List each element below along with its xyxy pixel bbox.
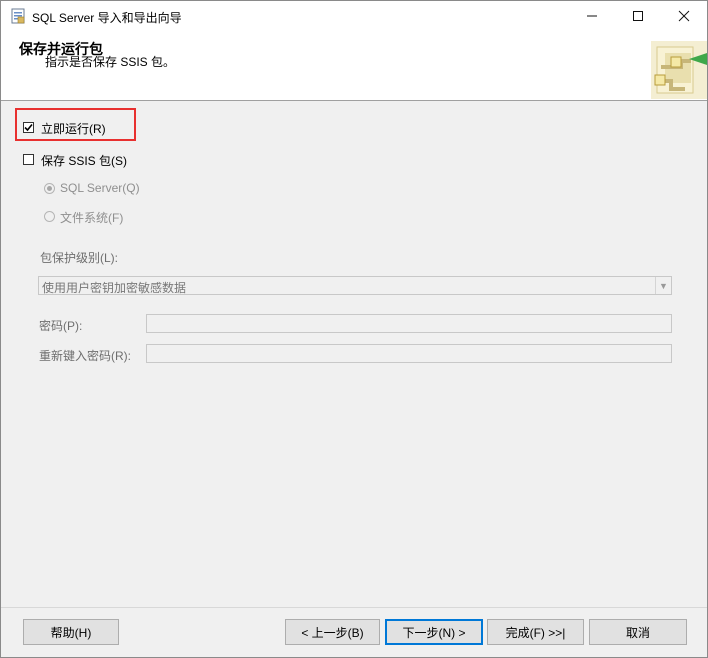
run-immediately-checkbox[interactable] bbox=[23, 122, 34, 133]
retype-password-field[interactable] bbox=[146, 344, 672, 363]
wizard-window: SQL Server 导入和导出向导 保存并运行包 指示是否保存 SSIS 包。 bbox=[0, 0, 708, 658]
run-immediately-label[interactable]: 立即运行(R) bbox=[41, 120, 106, 137]
password-label: 密码(P): bbox=[39, 319, 83, 333]
close-button[interactable] bbox=[661, 1, 707, 31]
cancel-button[interactable]: 取消 bbox=[589, 619, 687, 645]
protection-level-value: 使用用户密钥加密敏感数据 bbox=[42, 281, 187, 295]
protection-level-select[interactable]: 使用用户密钥加密敏感数据 ▼ bbox=[38, 276, 672, 295]
protection-level-label: 包保护级别(L): bbox=[40, 251, 119, 265]
window-title: SQL Server 导入和导出向导 bbox=[32, 11, 182, 25]
minimize-button[interactable] bbox=[569, 1, 615, 31]
save-ssis-checkbox[interactable] bbox=[23, 154, 34, 165]
minimize-icon bbox=[587, 15, 597, 17]
close-icon bbox=[678, 10, 690, 22]
maximize-icon bbox=[633, 11, 643, 21]
chevron-down-icon[interactable]: ▼ bbox=[655, 277, 671, 294]
wizard-logo-icon bbox=[651, 41, 707, 99]
finish-button[interactable]: 完成(F) >>| bbox=[487, 619, 584, 645]
wizard-app-icon bbox=[11, 8, 25, 24]
password-field[interactable] bbox=[146, 314, 672, 333]
checkmark-icon bbox=[24, 123, 33, 132]
maximize-button[interactable] bbox=[615, 1, 661, 31]
file-system-radio[interactable] bbox=[44, 211, 55, 222]
wizard-header: 保存并运行包 指示是否保存 SSIS 包。 bbox=[1, 31, 707, 101]
retype-password-label: 重新键入密码(R): bbox=[39, 349, 131, 363]
next-button[interactable]: 下一步(N) > bbox=[385, 619, 483, 645]
title-bar[interactable]: SQL Server 导入和导出向导 bbox=[1, 1, 707, 31]
page-subtitle: 指示是否保存 SSIS 包。 bbox=[45, 55, 176, 69]
file-system-label: 文件系统(F) bbox=[60, 211, 124, 225]
back-button[interactable]: < 上一步(B) bbox=[285, 619, 380, 645]
help-button[interactable]: 帮助(H) bbox=[23, 619, 119, 645]
save-ssis-label[interactable]: 保存 SSIS 包(S) bbox=[41, 152, 127, 169]
sql-server-label: SQL Server(Q) bbox=[60, 181, 140, 195]
sql-server-radio[interactable] bbox=[44, 183, 55, 194]
